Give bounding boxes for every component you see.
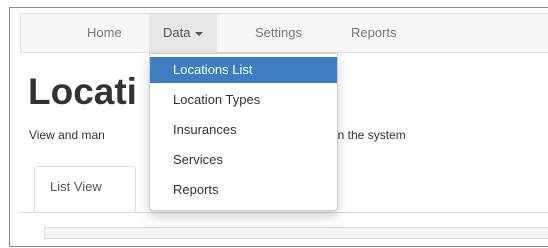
tab-label: List View bbox=[50, 179, 102, 194]
menu-item-insurances[interactable]: Insurances bbox=[150, 117, 337, 143]
page-title: Locati bbox=[28, 71, 137, 112]
nav-item-data[interactable]: Data bbox=[149, 14, 218, 52]
menu-item-label: Insurances bbox=[173, 122, 237, 137]
menu-item-services[interactable]: Services bbox=[150, 147, 337, 173]
menu-item-label: Reports bbox=[173, 182, 219, 197]
menu-item-reports[interactable]: Reports bbox=[150, 177, 337, 203]
caret-down-icon bbox=[195, 31, 204, 36]
nav-item-home[interactable]: Home bbox=[73, 14, 136, 52]
nav-item-label: Data bbox=[163, 25, 191, 40]
menu-item-location-types[interactable]: Location Types bbox=[150, 87, 337, 113]
nav-item-label: Reports bbox=[351, 25, 397, 40]
nav-item-label: Settings bbox=[255, 25, 302, 40]
tab-list-view[interactable]: List View bbox=[34, 166, 136, 212]
menu-item-locations-list[interactable]: Locations List bbox=[150, 57, 337, 83]
nav-item-reports[interactable]: Reports bbox=[337, 14, 411, 52]
page-description-tail: in the system bbox=[335, 128, 406, 142]
page-description: View and man bbox=[29, 128, 105, 142]
menu-item-label: Locations List bbox=[173, 62, 253, 77]
top-navbar: Home Data Settings Reports bbox=[20, 13, 548, 53]
nav-item-settings[interactable]: Settings bbox=[241, 14, 316, 52]
nav-item-label: Home bbox=[87, 25, 122, 40]
data-dropdown-menu: Locations List Location Types Insurances… bbox=[149, 53, 338, 211]
menu-item-label: Location Types bbox=[173, 92, 261, 107]
menu-item-label: Services bbox=[173, 152, 223, 167]
content-panel bbox=[44, 227, 548, 239]
